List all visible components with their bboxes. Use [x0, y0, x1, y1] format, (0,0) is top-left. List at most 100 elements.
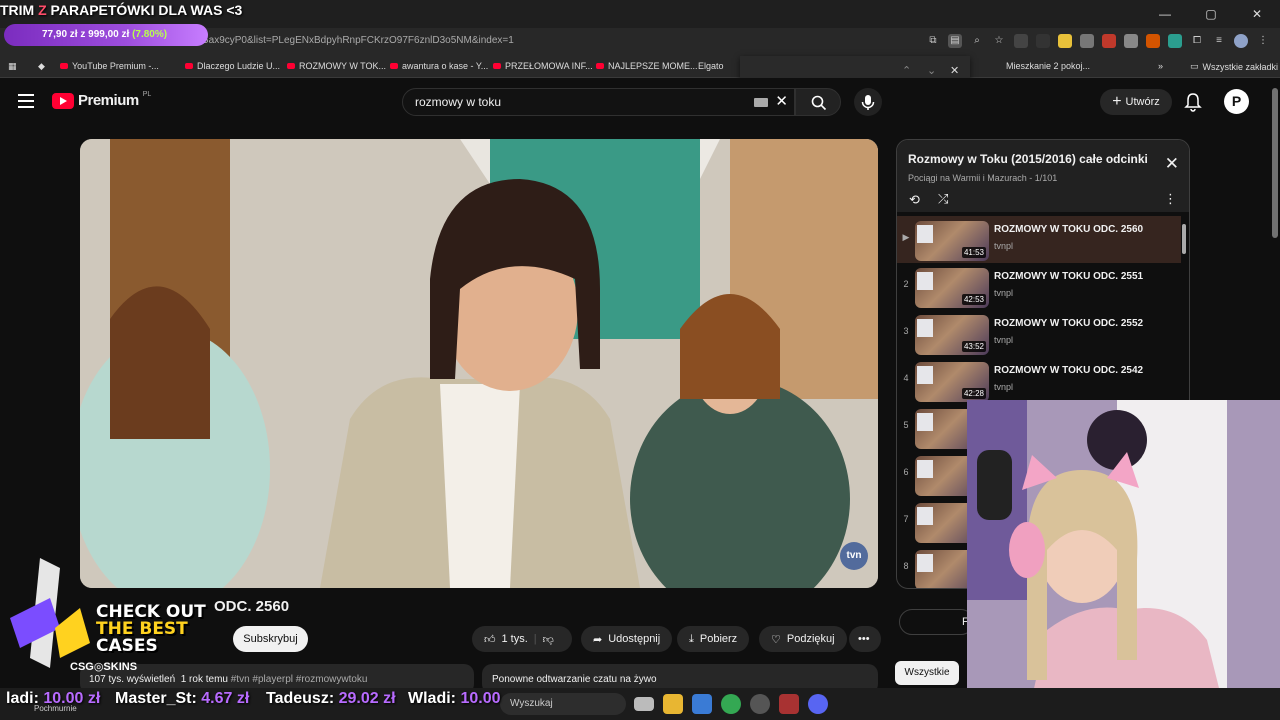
voice-search-button[interactable] [854, 88, 882, 116]
folder-icon: ▭ [1190, 61, 1199, 71]
download-button[interactable]: ⤓ Pobierz [677, 626, 750, 652]
download-icon: ⤓ [689, 632, 694, 645]
more-actions-button[interactable]: ••• [849, 626, 881, 652]
extension-icons: ⧉ ▤ ⌕ ☆ ⧠ ≡ ⋮ [926, 34, 1270, 48]
chevron-up-icon[interactable]: ⌃ [902, 64, 911, 77]
search-icon [811, 95, 827, 111]
hamburger-menu-icon[interactable] [18, 94, 34, 108]
like-dislike-group: 👍︎ 1 tys. | 👎︎ [472, 626, 572, 652]
avatar[interactable]: P [1224, 89, 1249, 114]
bookmark-item[interactable]: ROZMOWY W TOK... [287, 61, 386, 71]
extension-icon[interactable] [1014, 34, 1028, 48]
puzzle-icon[interactable]: ⧠ [1190, 34, 1204, 48]
minimize-icon[interactable]: — [1142, 0, 1188, 28]
taskbar-search-input[interactable]: Wyszukaj [500, 693, 626, 715]
bookmark-item[interactable]: Elgato [698, 61, 724, 71]
plus-icon: + [1112, 93, 1122, 110]
store-icon[interactable] [692, 694, 712, 714]
video-thumbnail: 43:52 [915, 315, 989, 355]
bookmark-item[interactable]: NAJLEPSZE MOME... [596, 61, 698, 71]
bookmark-icon[interactable]: ◆ [38, 61, 45, 72]
youtube-icon [596, 63, 604, 69]
youtube-header: Premium PL rozmowy w toku ✕ + Utwórz P [0, 78, 1280, 126]
extension-icon[interactable] [1102, 34, 1116, 48]
tvn-watermark: tvn [840, 542, 868, 570]
share-button[interactable]: ➦ Udostępnij [581, 626, 673, 652]
bookmark-item[interactable]: Dlaczego Ludzie U... [185, 61, 280, 71]
kebab-menu-icon[interactable]: ⋮ [1256, 34, 1270, 48]
extension-icon[interactable] [1168, 34, 1182, 48]
search-button[interactable] [795, 88, 841, 116]
more-vertical-icon[interactable]: ⋮ [1164, 191, 1177, 207]
close-icon[interactable]: ✕ [1234, 0, 1280, 28]
loop-icon[interactable]: ⟲ [909, 192, 920, 208]
playlist-title[interactable]: Rozmowy w Toku (2015/2016) całe odcinki [908, 152, 1153, 166]
ticker-entry: Master_St: 4.67 zł [115, 690, 250, 707]
app-icon[interactable] [750, 694, 770, 714]
playlist-footer-button[interactable]: F [899, 609, 974, 635]
chevron-down-icon[interactable]: ⌄ [927, 64, 936, 77]
playlist-item[interactable]: 2 42:53 ROZMOWY W TOKU ODC. 2551 tvnpl [897, 263, 1181, 310]
reader-icon[interactable]: ▤ [948, 34, 962, 48]
clear-search-icon[interactable]: ✕ [775, 92, 788, 110]
search-input[interactable]: rozmowy w toku ✕ [402, 88, 795, 116]
window-controls: — ▢ ✕ [1142, 0, 1280, 28]
thumbs-up-icon[interactable]: 👍︎ [484, 633, 496, 646]
thumbs-down-icon[interactable]: 👎︎ [543, 633, 554, 646]
youtube-logo[interactable]: Premium PL [52, 91, 151, 109]
extension-icon[interactable] [1036, 34, 1050, 48]
screen: — ▢ ✕ n?v=G_eGax9cyP0&list=PLegENxBdpyhR… [0, 0, 1280, 720]
video-title: ODC. 2560 [214, 598, 290, 615]
page-scrollbar[interactable] [1272, 88, 1278, 238]
ticker-entry: ladi: 10.00 zł [6, 690, 101, 707]
apps-icon[interactable]: ▦ [8, 61, 17, 72]
share-icon: ➦ [593, 633, 603, 646]
all-bookmarks[interactable]: ▭ Wszystkie zakładki [1190, 61, 1278, 72]
filter-chip-all[interactable]: Wszystkie [895, 661, 959, 685]
shield-icon[interactable] [1124, 34, 1138, 48]
chrome-icon[interactable] [721, 694, 741, 714]
extension-icon[interactable] [1146, 34, 1160, 48]
bookmark-item[interactable]: YouTube Premium -... [60, 61, 159, 71]
keyboard-icon[interactable] [754, 98, 768, 107]
video-thumbnail: 42:28 [915, 362, 989, 402]
webcam-frame [967, 400, 1280, 720]
maximize-icon[interactable]: ▢ [1188, 0, 1234, 28]
thanks-button[interactable]: ♡ Podziękuj [759, 626, 847, 652]
app-icon[interactable] [779, 694, 799, 714]
zoom-icon[interactable]: ⌕ [970, 34, 984, 48]
youtube-icon [60, 63, 68, 69]
close-icon[interactable]: ✕ [950, 64, 959, 77]
extension-icon[interactable] [1058, 34, 1072, 48]
playlist-item[interactable]: 4 42:28 ROZMOWY W TOKU ODC. 2542 tvnpl [897, 357, 1181, 404]
bookmark-item[interactable]: PRZEŁOMOWA INF... [493, 61, 593, 71]
bell-icon[interactable] [1184, 92, 1202, 112]
youtube-icon [493, 63, 501, 69]
bookmark-item[interactable]: Mieszkanie 2 pokoj... [1006, 61, 1090, 71]
close-icon[interactable]: ✕ [1165, 154, 1179, 174]
video-thumbnail: 41:53 [915, 221, 989, 261]
playlist-header: Rozmowy w Toku (2015/2016) całe odcinki … [897, 140, 1189, 212]
bookmark-item[interactable]: awantura o kase - Y... [390, 61, 488, 71]
install-icon[interactable]: ⧉ [926, 34, 940, 48]
playlist-item[interactable]: 3 43:52 ROZMOWY W TOKU ODC. 2552 tvnpl [897, 310, 1181, 357]
url-text[interactable]: n?v=G_eGax9cyP0&list=PLegENxBdpyhRnpFCKr… [160, 35, 514, 46]
profile-icon[interactable] [1234, 34, 1248, 48]
extension-icon[interactable] [1080, 34, 1094, 48]
chevron-right-icon[interactable]: » [1158, 61, 1163, 71]
subscribe-button[interactable]: Subskrybuj [233, 626, 308, 652]
streamer-webcam [967, 400, 1280, 720]
discord-icon[interactable] [808, 694, 828, 714]
shuffle-icon[interactable]: ⤮ [938, 191, 948, 207]
ad-headline: CHECK OUT THE BEST CASES [96, 602, 206, 656]
playlist-scrollbar[interactable] [1182, 224, 1186, 254]
file-explorer-icon[interactable] [663, 694, 683, 714]
create-button[interactable]: + Utwórz [1100, 89, 1172, 115]
task-view-icon[interactable] [634, 697, 654, 711]
playlist-item[interactable]: ▶ 41:53 ROZMOWY W TOKU ODC. 2560 tvnpl [897, 216, 1181, 263]
donation-goal-bar: 77,90 zł z 999,00 zł (7.80%) [4, 24, 208, 46]
weapon-graphic [10, 558, 90, 668]
star-icon[interactable]: ☆ [992, 34, 1006, 48]
playlist-icon[interactable]: ≡ [1212, 34, 1226, 48]
video-player[interactable]: tvn [80, 139, 878, 588]
